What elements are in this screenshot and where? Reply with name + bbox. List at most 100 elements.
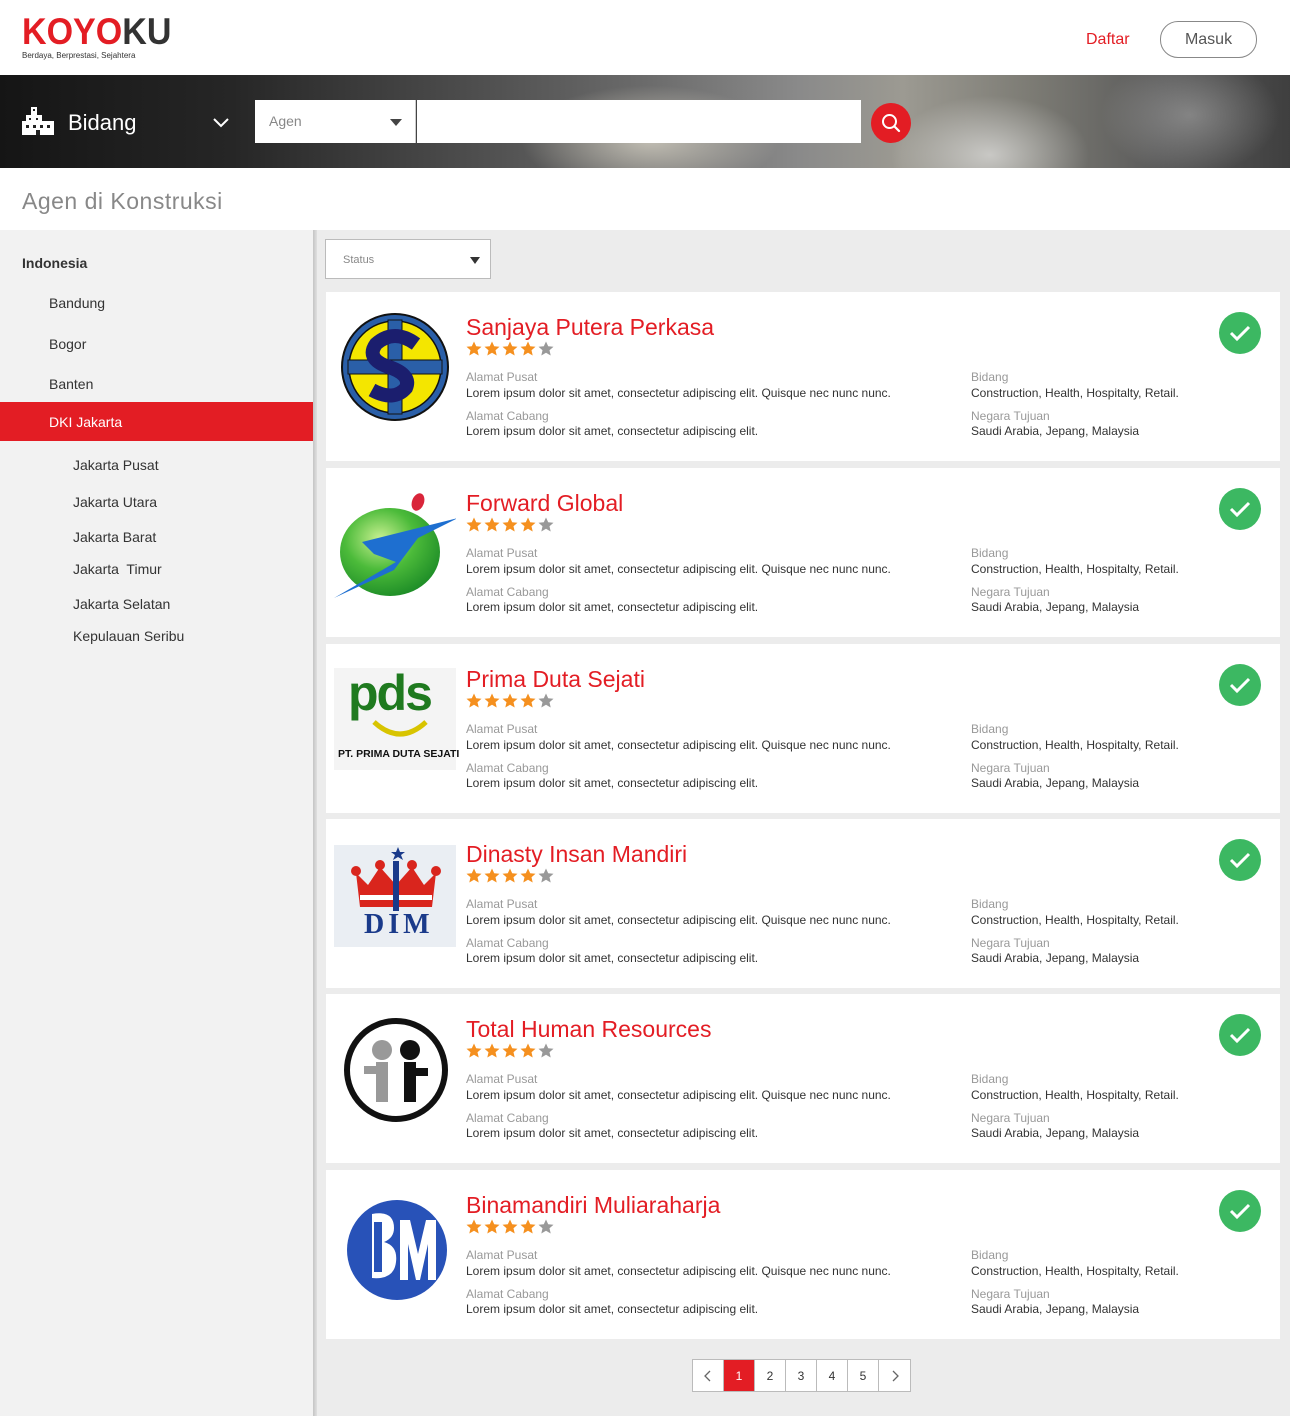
logo-subtext: PT. PRIMA DUTA SEJATI	[338, 748, 460, 760]
verified-badge	[1219, 312, 1261, 354]
search-type-dropdown[interactable]: Agen	[255, 100, 416, 143]
sidebar-item-jakarta-utara[interactable]: Jakarta Utara	[73, 494, 157, 510]
logo-tagline: Berdaya, Berprestasi, Sejahtera	[22, 51, 136, 60]
agent-card-5[interactable]: Total Human Resources Alamat Pusat Lorem…	[326, 994, 1280, 1163]
sidebar-item-jakarta-pusat[interactable]: Jakarta Pusat	[73, 457, 159, 473]
branch-office-label: Alamat Cabang	[466, 936, 549, 950]
field-category-label: Bidang	[68, 110, 137, 135]
agent-name[interactable]: Prima Duta Sejati	[466, 666, 645, 693]
star-filled-icon	[502, 693, 518, 708]
page-button-3[interactable]: 3	[786, 1360, 817, 1391]
destination-label: Negara Tujuan	[971, 936, 1050, 950]
pagination: 1 2 3 4 5	[692, 1359, 911, 1392]
star-filled-icon	[520, 1043, 536, 1058]
agent-name[interactable]: Dinasty Insan Mandiri	[466, 841, 687, 868]
logo-text: DIM	[364, 909, 434, 940]
head-office-label: Alamat Pusat	[466, 722, 538, 736]
verified-badge	[1219, 488, 1261, 530]
destination-label: Negara Tujuan	[971, 1111, 1050, 1125]
head-office-label: Alamat Pusat	[466, 897, 538, 911]
sidebar-item-jakarta-selatan[interactable]: Jakarta Selatan	[73, 596, 170, 612]
koyoku-logo[interactable]: KOYOKU Berdaya, Berprestasi, Sejahtera	[22, 11, 184, 60]
sidebar-item-jakarta-barat[interactable]: Jakarta Barat	[73, 529, 156, 545]
sanjaya-logo-image	[341, 313, 449, 421]
search-button[interactable]	[871, 103, 911, 143]
field-label: Bidang	[971, 722, 1009, 736]
rating-stars	[466, 341, 556, 357]
branch-office-label: Alamat Cabang	[466, 1111, 549, 1125]
logo-wordmark: KOYOKU	[22, 11, 172, 52]
register-link[interactable]: Daftar	[1086, 31, 1130, 49]
verified-badge	[1219, 1190, 1261, 1232]
sidebar-item-bogor[interactable]: Bogor	[49, 336, 86, 352]
field-value: Construction, Health, Hospitalty, Retail…	[971, 1264, 1179, 1278]
rating-stars	[466, 868, 556, 884]
star-empty-icon	[538, 868, 554, 883]
branch-office-label: Alamat Cabang	[466, 409, 549, 423]
chevron-down-icon	[213, 118, 229, 128]
buildings-icon	[22, 107, 54, 135]
agent-name[interactable]: Binamandiri Muliaraharja	[466, 1192, 720, 1219]
agent-card-3[interactable]: pds PT. PRIMA DUTA SEJATI Prima Duta Sej…	[326, 644, 1280, 813]
agent-name[interactable]: Total Human Resources	[466, 1016, 711, 1043]
star-filled-icon	[484, 693, 500, 708]
star-filled-icon	[502, 1219, 518, 1234]
check-icon	[1229, 677, 1251, 694]
status-filter-dropdown[interactable]: Status	[325, 239, 491, 279]
destination-value: Saudi Arabia, Jepang, Malaysia	[971, 1302, 1140, 1316]
sidebar-item-jakarta-timur[interactable]: Jakarta Timur	[73, 561, 162, 577]
head-office-label: Alamat Pusat	[466, 370, 538, 384]
sidebar-item-dki-jakarta[interactable]: DKI Jakarta	[0, 402, 313, 441]
agent-logo	[334, 482, 458, 604]
page-button-2[interactable]: 2	[755, 1360, 786, 1391]
agent-logo	[334, 306, 456, 428]
star-filled-icon	[520, 1219, 536, 1234]
agent-card-2[interactable]: Forward Global Alamat Pusat Lorem ipsum …	[326, 468, 1280, 637]
branch-office-label: Alamat Cabang	[466, 1287, 549, 1301]
prev-page-button[interactable]	[693, 1360, 724, 1391]
agent-logo: DIM	[334, 833, 456, 955]
branch-office-value: Lorem ipsum dolor sit amet, consectetur …	[466, 1126, 759, 1140]
sidebar-item-banten[interactable]: Banten	[49, 376, 93, 392]
head-office-value: Lorem ipsum dolor sit amet, consectetur …	[466, 386, 891, 400]
agent-card-6[interactable]: Binamandiri Muliaraharja Alamat Pusat Lo…	[326, 1170, 1280, 1339]
head-office-value: Lorem ipsum dolor sit amet, consectetur …	[466, 1088, 891, 1102]
field-label: Bidang	[971, 1248, 1009, 1262]
star-empty-icon	[538, 341, 554, 356]
agent-card-1[interactable]: Sanjaya Putera Perkasa Alamat Pusat Lore…	[326, 292, 1280, 461]
destination-value: Saudi Arabia, Jepang, Malaysia	[971, 600, 1140, 614]
check-icon	[1229, 501, 1251, 518]
page-button-4[interactable]: 4	[817, 1360, 848, 1391]
field-value: Construction, Health, Hospitalty, Retail…	[971, 1088, 1179, 1102]
sidebar-country-indonesia[interactable]: Indonesia	[22, 255, 87, 271]
star-filled-icon	[466, 868, 482, 883]
field-value: Construction, Health, Hospitalty, Retail…	[971, 386, 1179, 400]
branch-office-value: Lorem ipsum dolor sit amet, consectetur …	[466, 424, 759, 438]
page-title: Agen di Konstruksi	[22, 188, 223, 214]
banner-photo-highlight	[890, 95, 1090, 168]
branch-office-value: Lorem ipsum dolor sit amet, consectetur …	[466, 600, 759, 614]
agent-name[interactable]: Forward Global	[466, 490, 623, 517]
star-filled-icon	[520, 341, 536, 356]
destination-label: Negara Tujuan	[971, 1287, 1050, 1301]
head-office-value: Lorem ipsum dolor sit amet, consectetur …	[466, 738, 891, 752]
field-category-dropdown[interactable]: Bidang	[22, 105, 232, 141]
sidebar-item-bandung[interactable]: Bandung	[49, 295, 105, 311]
agent-name[interactable]: Sanjaya Putera Perkasa	[466, 314, 714, 341]
top-header: KOYOKU Berdaya, Berprestasi, Sejahtera D…	[0, 0, 1290, 75]
search-input[interactable]	[417, 100, 861, 143]
agent-card-4[interactable]: DIM Dinasty Insan Mandiri Alamat Pusat L…	[326, 819, 1280, 988]
destination-value: Saudi Arabia, Jepang, Malaysia	[971, 951, 1140, 965]
field-label: Bidang	[971, 546, 1009, 560]
star-filled-icon	[502, 868, 518, 883]
head-office-label: Alamat Pusat	[466, 546, 538, 560]
page-button-1[interactable]: 1	[724, 1360, 755, 1391]
next-page-button[interactable]	[879, 1360, 910, 1391]
head-office-label: Alamat Pusat	[466, 1072, 538, 1086]
login-button[interactable]: Masuk	[1160, 21, 1257, 58]
dinasty-insan-mandiri-logo-image: DIM	[334, 845, 456, 947]
field-value: Construction, Health, Hospitalty, Retail…	[971, 738, 1179, 752]
star-empty-icon	[538, 1219, 554, 1234]
page-button-5[interactable]: 5	[848, 1360, 879, 1391]
sidebar-item-kepulauan-seribu[interactable]: Kepulauan Seribu	[73, 628, 184, 644]
